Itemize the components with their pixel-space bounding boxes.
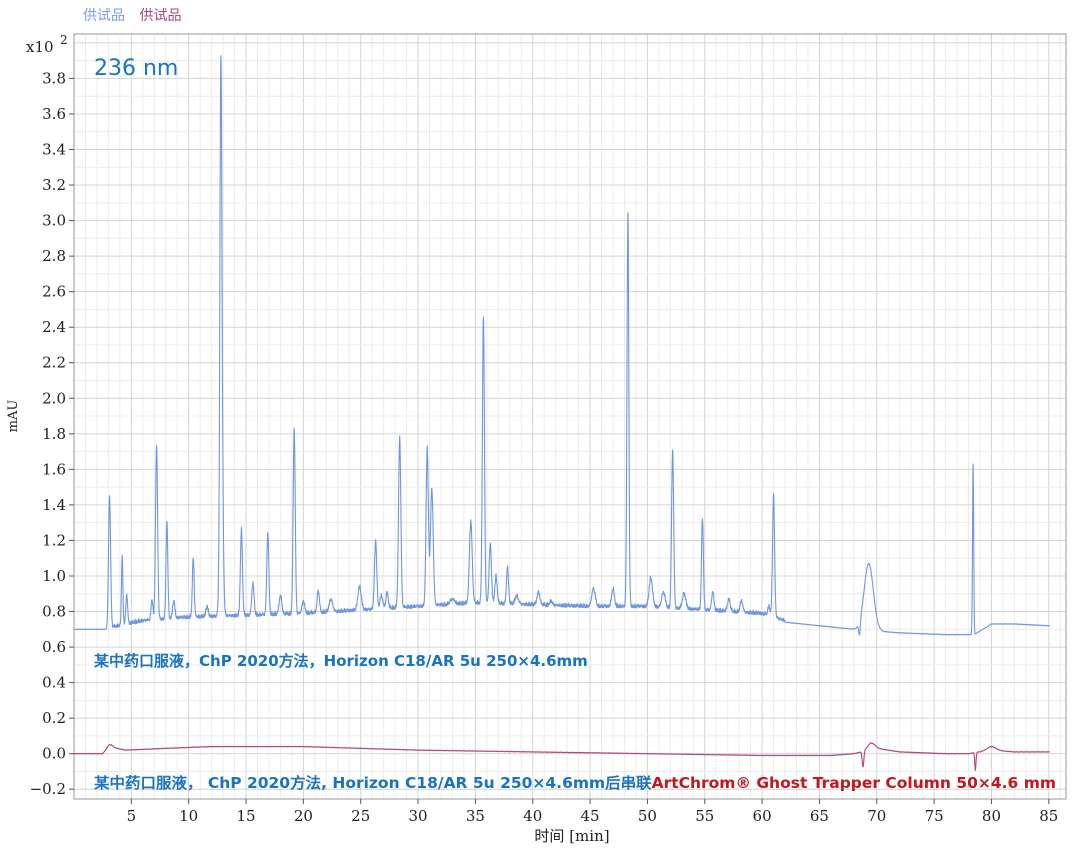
lower-trace-label-part1: 某中药口服液， ChP 2020方法, Horizon C18/AR 5u 25… xyxy=(94,774,653,792)
x-tick-label: 75 xyxy=(925,807,944,825)
x-tick-label: 15 xyxy=(236,807,255,825)
upper-trace-label: 某中药口服液，ChP 2020方法，Horizon C18/AR 5u 250×… xyxy=(94,652,588,670)
y-tick-label: 3.0 xyxy=(42,212,66,230)
y-tick-label: 2.4 xyxy=(42,318,66,336)
y-tick-label: 1.4 xyxy=(42,496,66,514)
y-tick-label: 2.6 xyxy=(42,283,66,301)
series-line-2 xyxy=(73,742,1051,771)
chromatogram-chart: 5 10 15 20 25 30 35 40 45 50 55 60 65 70 75 80 85 −0.2 0.… xyxy=(6,33,1067,845)
x-tick-label: 70 xyxy=(867,807,886,825)
x-tick-label: 65 xyxy=(810,807,829,825)
lower-trace-label-part2: ArtChrom® Ghost Trapper Column 50×4.6 mm xyxy=(652,774,1056,792)
x-axis-title: 时间 [min] xyxy=(534,827,609,845)
y-axis: −0.2 0.0 0.2 0.4 0.6 0.8 1.0 1.2 1.4 1.6 1.8 2.0 2.2… xyxy=(30,69,74,798)
y-scale-exponent: 2 xyxy=(60,33,68,47)
y-tick-label: 1.0 xyxy=(42,567,66,585)
x-tick-label: 25 xyxy=(351,807,370,825)
x-tick-label: 40 xyxy=(523,807,542,825)
y-tick-label: 2.2 xyxy=(42,354,66,372)
y-axis-title: mAU xyxy=(6,400,21,433)
y-tick-label: 0.6 xyxy=(42,638,66,656)
y-tick-label: 3.4 xyxy=(42,141,66,159)
y-tick-label: 0.0 xyxy=(42,745,66,763)
lower-trace-label: 某中药口服液， ChP 2020方法, Horizon C18/AR 5u 25… xyxy=(94,774,1056,792)
x-tick-label: 10 xyxy=(179,807,198,825)
y-tick-label: 0.8 xyxy=(42,603,66,621)
x-tick-label: 5 xyxy=(127,807,137,825)
x-tick-label: 20 xyxy=(294,807,313,825)
y-tick-label: −0.2 xyxy=(30,780,66,798)
y-scale-label: x10 xyxy=(26,38,54,56)
wavelength-label: 236 nm xyxy=(94,56,178,81)
y-tick-label: 3.8 xyxy=(42,69,66,87)
y-tick-label: 1.2 xyxy=(42,531,66,549)
x-tick-label: 45 xyxy=(581,807,600,825)
y-tick-label: 3.2 xyxy=(42,176,66,194)
x-tick-label: 55 xyxy=(695,807,714,825)
y-tick-label: 0.2 xyxy=(42,709,66,727)
y-tick-label: 1.8 xyxy=(42,425,66,443)
y-tick-label: 2.0 xyxy=(42,389,66,407)
y-tick-label: 0.4 xyxy=(42,674,66,692)
x-tick-label: 80 xyxy=(982,807,1001,825)
x-tick-label: 85 xyxy=(1039,807,1058,825)
y-tick-label: 3.6 xyxy=(42,105,66,123)
y-tick-label: 1.6 xyxy=(42,460,66,478)
y-tick-label: 2.8 xyxy=(42,247,66,265)
x-tick-label: 30 xyxy=(408,807,427,825)
x-tick-label: 35 xyxy=(466,807,485,825)
x-tick-label: 50 xyxy=(638,807,657,825)
x-tick-label: 60 xyxy=(753,807,772,825)
x-axis: 5 10 15 20 25 30 35 40 45 50 55 60 65 70 75 80 85 xyxy=(127,799,1058,825)
